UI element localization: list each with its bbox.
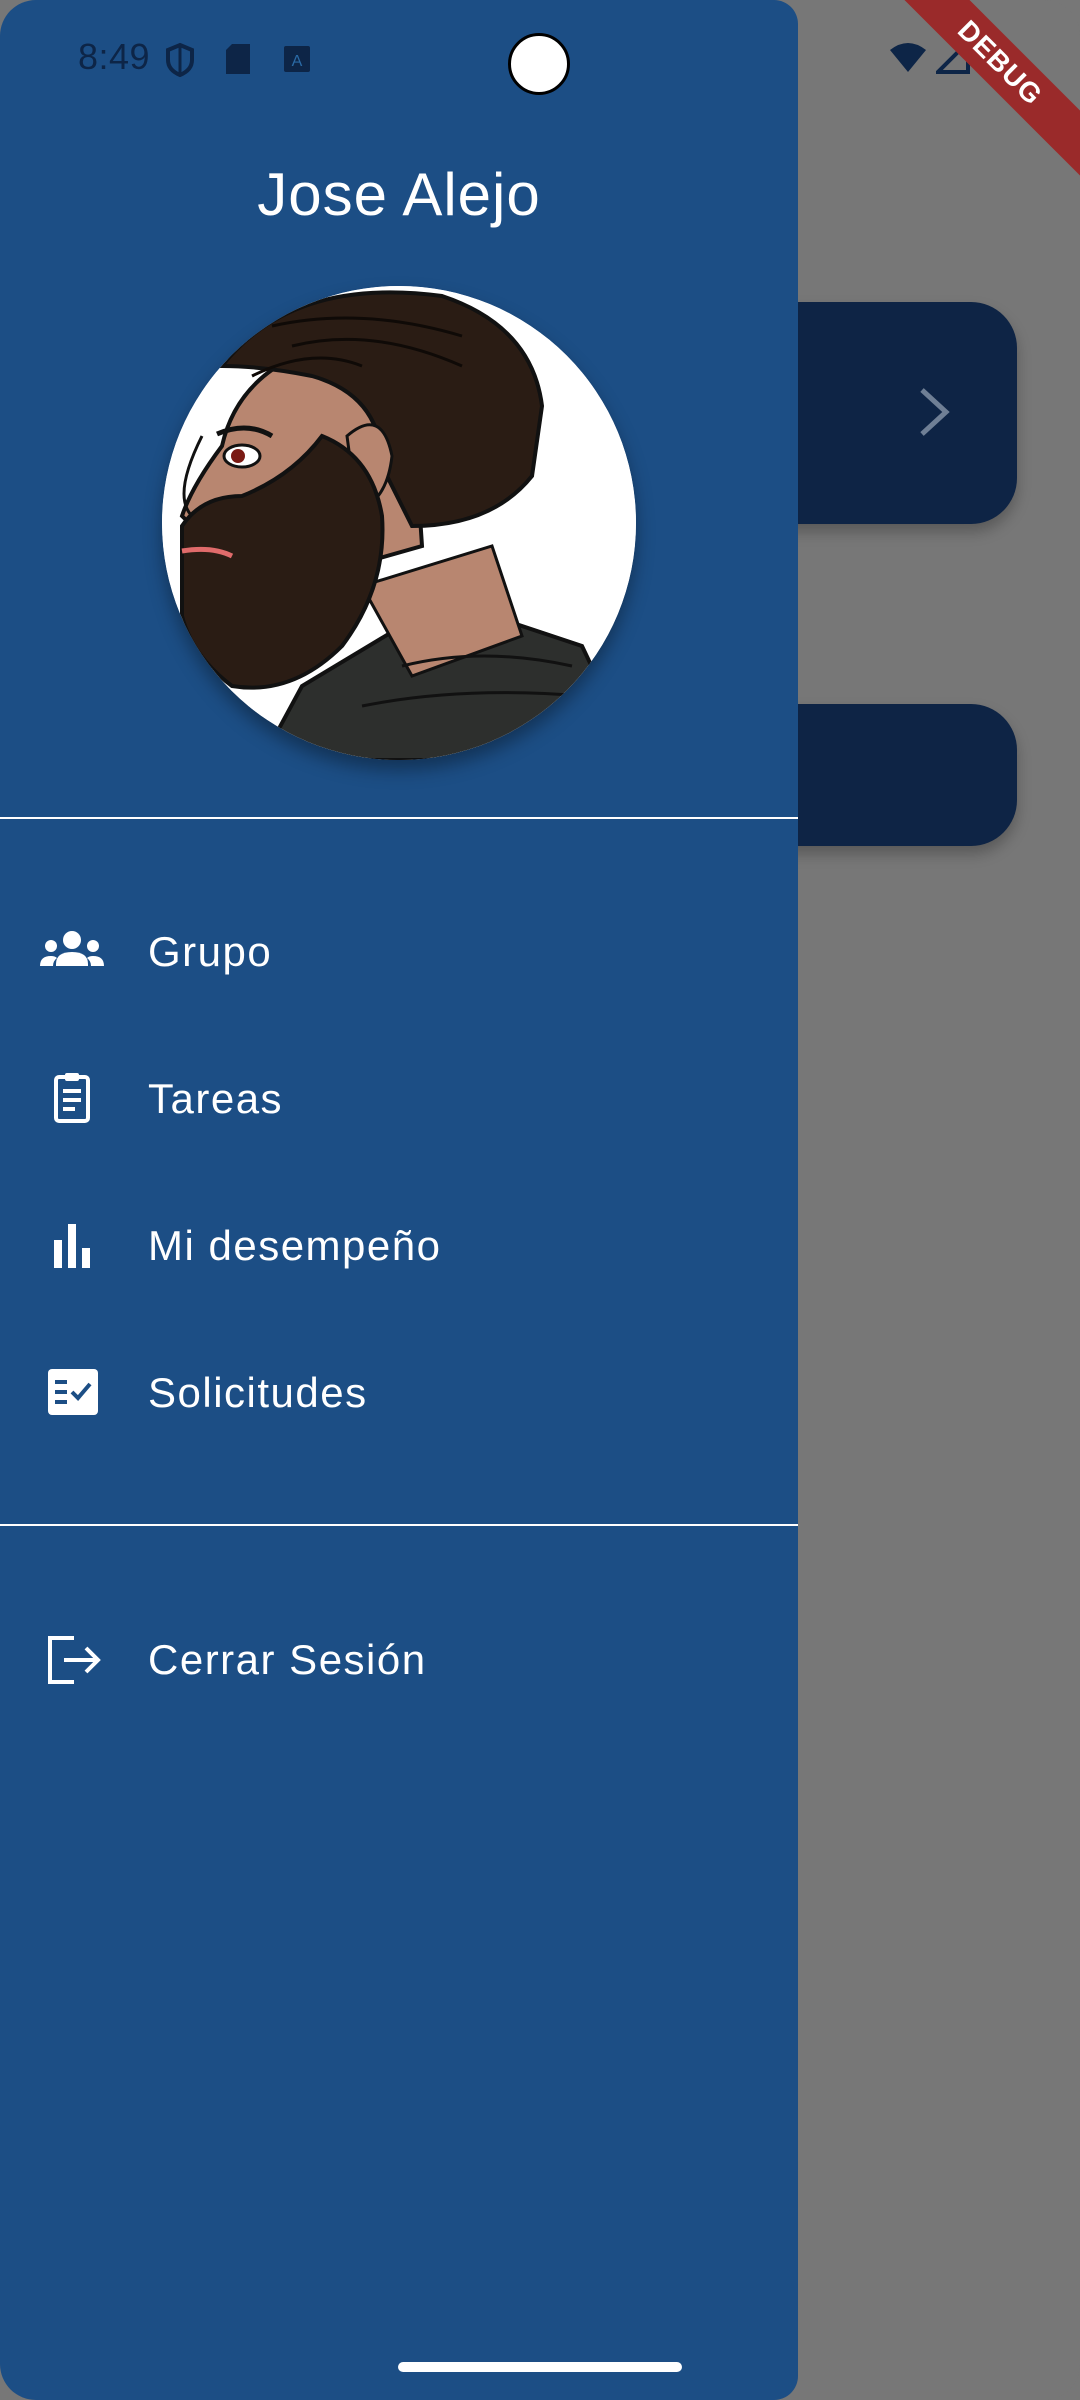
header-divider [0, 817, 798, 819]
group-icon [40, 931, 104, 966]
checklist-icon [48, 1369, 98, 1415]
menu-item-mi-desempeno[interactable]: Mi desempeño [0, 1186, 798, 1306]
wifi-icon [890, 43, 926, 72]
svg-text:A: A [292, 53, 303, 70]
bar-chart-icon [54, 1224, 90, 1268]
avatar-image [162, 286, 636, 760]
camera-cutout [508, 33, 570, 95]
menu-item-tareas[interactable]: Tareas [0, 1039, 798, 1159]
status-time: 8:49 [78, 36, 151, 77]
menu-item-grupo[interactable]: Grupo [0, 892, 798, 1012]
navigation-drawer: Jose Alejo Grupo Tareas Mi desempeño Sol… [0, 0, 798, 2400]
drawer-scrim[interactable] [798, 0, 1080, 2400]
sd-card-icon [226, 44, 250, 74]
keyboard-icon: A [284, 46, 310, 72]
avatar[interactable] [162, 286, 636, 760]
menu-label-tareas: Tareas [148, 1075, 284, 1122]
shield-icon [166, 42, 194, 78]
clipboard-icon [54, 1073, 90, 1123]
menu-label-cerrar-sesion: Cerrar Sesión [148, 1636, 427, 1683]
logout-icon [48, 1636, 101, 1684]
menu-label-solicitudes: Solicitudes [148, 1369, 368, 1416]
menu-label-mi-desempeno: Mi desempeño [148, 1222, 442, 1269]
menu-item-cerrar-sesion[interactable]: Cerrar Sesión [0, 1600, 798, 1720]
home-indicator[interactable] [398, 2362, 682, 2372]
user-name: Jose Alejo [257, 161, 541, 228]
menu-label-grupo: Grupo [148, 928, 273, 975]
footer-divider [0, 1524, 798, 1526]
app-screen: Jose Alejo Grupo Tareas Mi desempeño Sol… [0, 0, 1080, 2400]
menu-item-solicitudes[interactable]: Solicitudes [0, 1333, 798, 1453]
